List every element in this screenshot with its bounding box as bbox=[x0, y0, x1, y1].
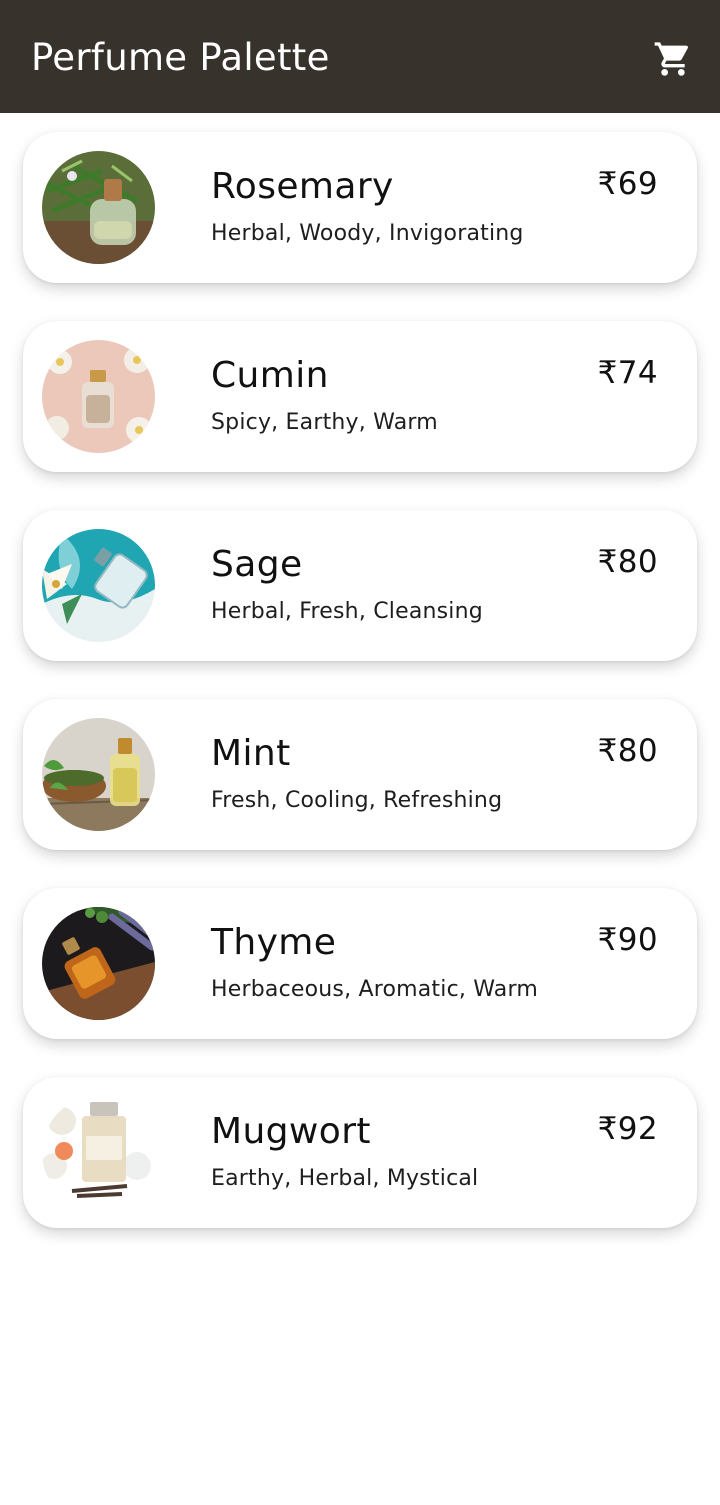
product-image-rosemary bbox=[42, 151, 155, 264]
product-notes: Herbal, Fresh, Cleansing bbox=[211, 599, 483, 624]
cart-button[interactable] bbox=[652, 38, 694, 80]
product-name: Thyme bbox=[211, 922, 337, 963]
product-image-cumin bbox=[42, 340, 155, 453]
product-card-mugwort[interactable]: Mugwort Earthy, Herbal, Mystical ₹92 bbox=[23, 1077, 697, 1228]
product-price: ₹80 bbox=[597, 544, 658, 580]
product-name: Sage bbox=[211, 544, 303, 585]
product-image-sage bbox=[42, 529, 155, 642]
product-card-thyme[interactable]: Thyme Herbaceous, Aromatic, Warm ₹90 bbox=[23, 888, 697, 1039]
shopping-cart-icon bbox=[654, 42, 689, 76]
product-price: ₹69 bbox=[597, 166, 658, 202]
product-card-rosemary[interactable]: Rosemary Herbal, Woody, Invigorating ₹69 bbox=[23, 132, 697, 283]
app-title: Perfume Palette bbox=[31, 36, 330, 79]
product-notes: Spicy, Earthy, Warm bbox=[211, 410, 438, 435]
product-name: Mugwort bbox=[211, 1111, 371, 1152]
product-image-thyme bbox=[42, 907, 155, 1020]
product-card-cumin[interactable]: Cumin Spicy, Earthy, Warm ₹74 bbox=[23, 321, 697, 472]
product-price: ₹80 bbox=[597, 733, 658, 769]
product-price: ₹74 bbox=[597, 355, 658, 391]
product-name: Rosemary bbox=[211, 166, 394, 207]
product-image-mugwort bbox=[42, 1096, 155, 1209]
product-image-mint bbox=[42, 718, 155, 831]
app-bar: Perfume Palette bbox=[0, 0, 720, 113]
product-price: ₹90 bbox=[597, 922, 658, 958]
product-card-sage[interactable]: Sage Herbal, Fresh, Cleansing ₹80 bbox=[23, 510, 697, 661]
product-name: Mint bbox=[211, 733, 291, 774]
product-notes: Herbaceous, Aromatic, Warm bbox=[211, 977, 538, 1002]
product-name: Cumin bbox=[211, 355, 329, 396]
product-notes: Herbal, Woody, Invigorating bbox=[211, 221, 524, 246]
product-card-mint[interactable]: Mint Fresh, Cooling, Refreshing ₹80 bbox=[23, 699, 697, 850]
product-notes: Earthy, Herbal, Mystical bbox=[211, 1166, 479, 1191]
product-price: ₹92 bbox=[597, 1111, 658, 1147]
product-notes: Fresh, Cooling, Refreshing bbox=[211, 788, 503, 813]
product-list: Rosemary Herbal, Woody, Invigorating ₹69… bbox=[23, 132, 697, 1266]
